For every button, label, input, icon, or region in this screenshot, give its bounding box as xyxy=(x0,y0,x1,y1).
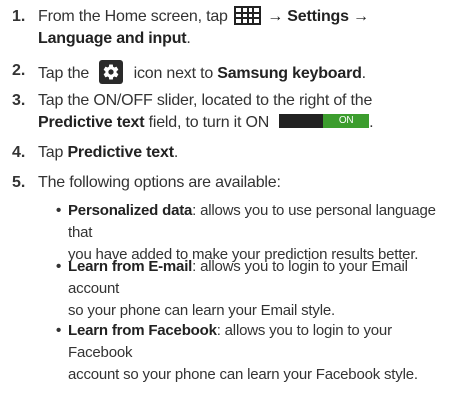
bullet-dot: • xyxy=(56,322,62,339)
on-off-toggle: ON xyxy=(279,114,370,128)
step-1-language-input: Language and input xyxy=(38,30,187,47)
step-text: Tap the icon next to Samsung keyboard. xyxy=(38,60,458,85)
option-learn-from-facebook: • Learn from Facebook: allows you to log… xyxy=(56,322,418,383)
step-number: 2. xyxy=(12,62,26,79)
step-text: Tap Predictive text. xyxy=(38,144,179,161)
gear-icon xyxy=(99,60,124,84)
step-text: Tap the ON/OFF slider, located to the ri… xyxy=(38,92,374,131)
bullet-dot: • xyxy=(56,202,62,219)
step-4-predictive-text: Predictive text xyxy=(67,144,174,161)
step-number: 5. xyxy=(12,174,26,191)
option-learn-from-email: • Learn from E-mail: allows you to login… xyxy=(56,258,408,319)
bullet-dot: • xyxy=(56,258,62,275)
step-number: 3. xyxy=(12,92,26,109)
step-text: From the Home screen, tap → Settings → L… xyxy=(38,6,369,47)
step-number: 4. xyxy=(12,144,26,161)
step-number: 1. xyxy=(12,8,26,25)
apps-grid-icon xyxy=(234,6,261,25)
toggle-on-label: ON xyxy=(323,114,370,128)
step-3-predictive-text: Predictive text xyxy=(38,114,145,131)
step-1-path: → Settings → xyxy=(263,8,369,25)
step-text: The following options are available: xyxy=(38,174,281,191)
toggle-off-segment xyxy=(279,114,324,128)
step-1-intro: From the Home screen, tap xyxy=(38,8,232,25)
step-2-samsung-keyboard: Samsung keyboard xyxy=(217,65,362,82)
